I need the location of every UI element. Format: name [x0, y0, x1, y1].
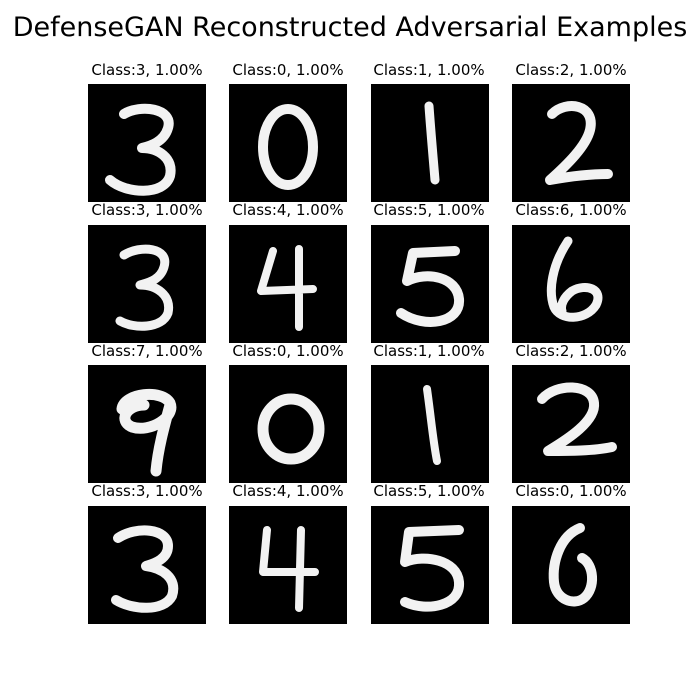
panel-label: Class:7, 1.00% — [91, 342, 203, 360]
digit-image — [88, 84, 206, 202]
panel-label: Class:0, 1.00% — [232, 61, 344, 79]
digit-image — [88, 225, 206, 343]
digit-image — [371, 84, 489, 202]
digit-image — [371, 225, 489, 343]
panel-label: Class:3, 1.00% — [91, 482, 203, 500]
panel-label: Class:4, 1.00% — [232, 482, 344, 500]
panel-label: Class:5, 1.00% — [373, 482, 485, 500]
digit-image — [371, 365, 489, 483]
digit-image — [512, 506, 630, 624]
figure-title: DefenseGAN Reconstructed Adversarial Exa… — [12, 12, 688, 43]
panel-label: Class:2, 1.00% — [515, 342, 627, 360]
digit-image — [371, 506, 489, 624]
digit-image — [229, 506, 347, 624]
panel-label: Class:1, 1.00% — [373, 61, 485, 79]
digit-image — [512, 365, 630, 483]
panel-label: Class:0, 1.00% — [515, 482, 627, 500]
digit-image — [512, 84, 630, 202]
panel-label: Class:0, 1.00% — [232, 342, 344, 360]
panel-label: Class:1, 1.00% — [373, 342, 485, 360]
digit-image — [88, 365, 206, 483]
figure-canvas: { "figure": { "title": "DefenseGAN Recon… — [0, 0, 700, 700]
panel-label: Class:3, 1.00% — [91, 61, 203, 79]
panel-label: Class:6, 1.00% — [515, 201, 627, 219]
panel-label: Class:5, 1.00% — [373, 201, 485, 219]
digit-image — [229, 225, 347, 343]
digit-image — [512, 225, 630, 343]
panel-label: Class:2, 1.00% — [515, 61, 627, 79]
panel-label: Class:4, 1.00% — [232, 201, 344, 219]
digit-image — [229, 84, 347, 202]
panel-label: Class:3, 1.00% — [91, 201, 203, 219]
digit-image — [229, 365, 347, 483]
digit-image — [88, 506, 206, 624]
